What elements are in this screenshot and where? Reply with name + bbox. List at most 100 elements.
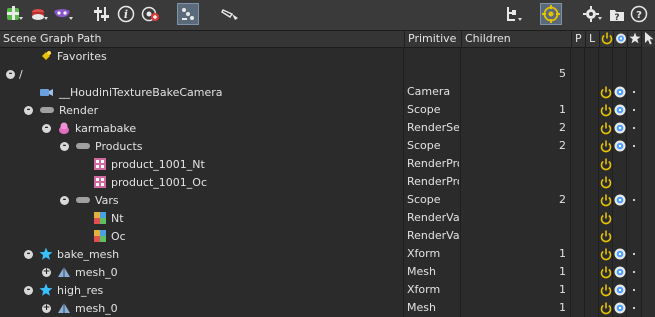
collapse-icon[interactable]: - bbox=[24, 285, 33, 295]
prim-name: product_1001_Oc bbox=[111, 175, 208, 189]
solo-indicator[interactable] bbox=[633, 199, 635, 201]
solo-indicator[interactable] bbox=[633, 109, 635, 111]
prim-name: / bbox=[19, 67, 23, 81]
tree-row[interactable]: - Render Scope 1 bbox=[0, 101, 641, 119]
active-toggle-icon[interactable] bbox=[600, 192, 612, 208]
pin-icon[interactable] bbox=[540, 3, 562, 25]
prim-type: Scope bbox=[407, 193, 441, 206]
tree-row[interactable]: product_1001_Oc RenderPro bbox=[0, 173, 641, 191]
col-children[interactable]: Children bbox=[461, 31, 571, 47]
cursor-icon[interactable] bbox=[641, 31, 655, 47]
active-toggle-icon[interactable] bbox=[600, 84, 612, 100]
prim-name: __HoudiniTextureBakeCamera bbox=[59, 85, 223, 99]
expand-icon[interactable]: + bbox=[42, 303, 51, 313]
collapse-icon[interactable]: - bbox=[42, 123, 51, 133]
tree-row[interactable]: - high_res Xform 1 bbox=[0, 281, 641, 299]
tree-node: - Vars bbox=[60, 191, 119, 209]
active-toggle-icon[interactable] bbox=[600, 120, 612, 136]
renderset-icon bbox=[57, 121, 71, 135]
prim-type: RenderVar bbox=[407, 229, 459, 242]
visibility-toggle-icon[interactable] bbox=[614, 284, 626, 296]
scene-graph-tree: Favorites -/5 __HoudiniTextureBakeCamera Ca… bbox=[0, 47, 641, 317]
brush-icon[interactable] bbox=[220, 3, 242, 25]
collapse-icon[interactable]: - bbox=[6, 69, 15, 79]
prim-name: bake_mesh bbox=[57, 247, 120, 261]
toolbar: i ? ? bbox=[0, 0, 655, 30]
tree-node: product_1001_Oc bbox=[78, 173, 207, 191]
solo-indicator[interactable] bbox=[633, 253, 635, 255]
prim-name: product_1001_Nt bbox=[111, 157, 205, 171]
help-icon[interactable]: ? bbox=[628, 3, 650, 25]
col-p[interactable]: P bbox=[571, 31, 585, 47]
tree-row[interactable]: Favorites bbox=[0, 47, 641, 65]
rendervar-icon bbox=[93, 211, 107, 225]
folder-help-icon[interactable]: ? bbox=[606, 3, 628, 25]
child-count: 2 bbox=[559, 121, 566, 134]
tree-row[interactable]: - karmabake RenderSet 2 bbox=[0, 119, 641, 137]
collapse-icon[interactable]: - bbox=[24, 105, 33, 115]
tree-row[interactable]: + mesh_0 Mesh 1 bbox=[0, 263, 641, 281]
tree-icon[interactable] bbox=[503, 3, 525, 25]
gear-icon[interactable] bbox=[582, 3, 604, 25]
col-scene-graph-path[interactable]: Scene Graph Path bbox=[0, 31, 404, 47]
col-l[interactable]: L bbox=[585, 31, 599, 47]
expand-icon[interactable]: + bbox=[42, 267, 51, 277]
active-toggle-icon[interactable] bbox=[600, 264, 612, 280]
visibility-toggle-icon[interactable] bbox=[614, 266, 626, 278]
prim-name: mesh_0 bbox=[75, 301, 118, 315]
tree-row[interactable]: - Vars Scope 2 bbox=[0, 191, 641, 209]
visibility-toggle-icon[interactable] bbox=[614, 122, 626, 134]
prim-type bbox=[407, 65, 459, 83]
vertical-scrollbar[interactable] bbox=[641, 47, 655, 317]
child-count bbox=[462, 209, 568, 227]
tree-row[interactable]: __HoudiniTextureBakeCamera Camera bbox=[0, 83, 641, 101]
solo-indicator[interactable] bbox=[633, 271, 635, 273]
target-add-icon[interactable] bbox=[139, 3, 161, 25]
visibility-toggle-icon[interactable] bbox=[614, 140, 626, 152]
collapse-icon[interactable]: - bbox=[60, 141, 69, 151]
visibility-toggle-icon[interactable] bbox=[614, 302, 626, 314]
solo-indicator[interactable] bbox=[633, 91, 635, 93]
info-icon[interactable]: i bbox=[115, 3, 137, 25]
star-icon[interactable] bbox=[627, 31, 641, 47]
active-toggle-icon[interactable] bbox=[600, 282, 612, 298]
renderproduct-icon bbox=[93, 175, 107, 189]
solo-indicator[interactable] bbox=[633, 127, 635, 129]
tree-node: + mesh_0 bbox=[42, 263, 118, 281]
col-primitive[interactable]: Primitive bbox=[404, 31, 461, 47]
collapse-icon[interactable]: - bbox=[24, 249, 33, 259]
layer-icon[interactable] bbox=[28, 3, 50, 25]
tree-row[interactable]: - bake_mesh Xform 1 bbox=[0, 245, 641, 263]
tree-row[interactable]: + mesh_0 Mesh 1 bbox=[0, 299, 641, 317]
active-toggle-icon[interactable] bbox=[600, 300, 612, 316]
eye-icon[interactable] bbox=[613, 31, 627, 47]
active-toggle-icon[interactable] bbox=[600, 228, 612, 244]
prim-type: Xform bbox=[407, 283, 441, 296]
solo-indicator[interactable] bbox=[633, 289, 635, 291]
tree-row[interactable]: Oc RenderVar bbox=[0, 227, 641, 245]
tree-row[interactable]: -/ 5 bbox=[0, 65, 641, 83]
visibility-toggle-icon[interactable] bbox=[614, 248, 626, 260]
tree-node: Nt bbox=[78, 209, 124, 227]
active-toggle-icon[interactable] bbox=[600, 174, 612, 190]
tree-row[interactable]: product_1001_Nt RenderPro bbox=[0, 155, 641, 173]
active-toggle-icon[interactable] bbox=[600, 246, 612, 262]
link-toggle-icon[interactable] bbox=[177, 3, 199, 25]
collapse-icon[interactable]: - bbox=[60, 195, 69, 205]
mask-icon[interactable] bbox=[52, 3, 74, 25]
power-icon[interactable] bbox=[599, 31, 613, 47]
add-prim-icon[interactable] bbox=[4, 3, 26, 25]
solo-indicator[interactable] bbox=[633, 145, 635, 147]
tree-row[interactable]: - Products Scope 2 bbox=[0, 137, 641, 155]
active-toggle-icon[interactable] bbox=[600, 210, 612, 226]
active-toggle-icon[interactable] bbox=[600, 138, 612, 154]
active-toggle-icon[interactable] bbox=[600, 156, 612, 172]
prim-name: Render bbox=[59, 103, 99, 117]
sliders-icon[interactable] bbox=[91, 3, 113, 25]
active-toggle-icon[interactable] bbox=[600, 102, 612, 118]
visibility-toggle-icon[interactable] bbox=[614, 194, 626, 206]
solo-indicator[interactable] bbox=[633, 307, 635, 309]
tree-row[interactable]: Nt RenderVar bbox=[0, 209, 641, 227]
visibility-toggle-icon[interactable] bbox=[614, 86, 626, 98]
visibility-toggle-icon[interactable] bbox=[614, 104, 626, 116]
